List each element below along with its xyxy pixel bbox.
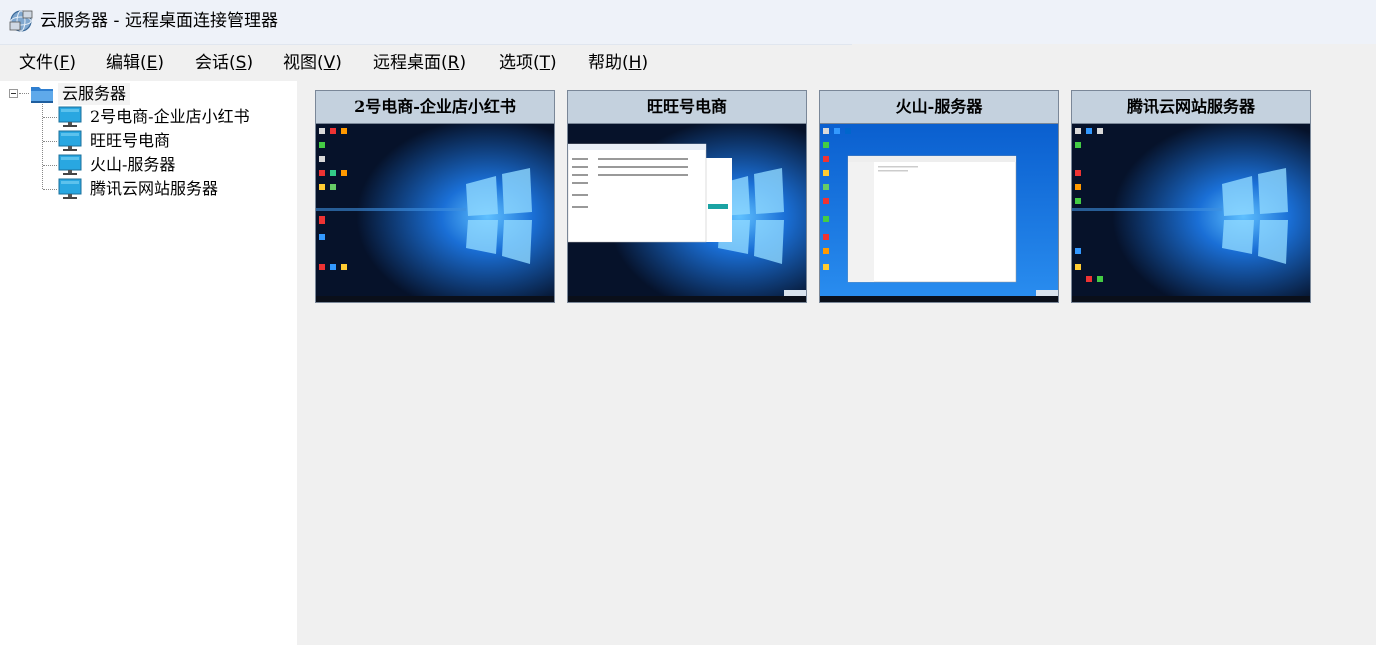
server-label: 火山-服务器	[90, 155, 176, 174]
menu-help[interactable]: 帮助(H)	[588, 52, 648, 74]
desktop-preview	[568, 124, 806, 302]
tree-connector	[43, 165, 57, 166]
monitor-icon	[58, 178, 82, 199]
server-label: 2号电商-企业店小红书	[90, 107, 250, 126]
desktop-preview	[820, 124, 1058, 302]
title-bar: 云服务器 - 远程桌面连接管理器	[0, 0, 1376, 44]
tree-root-group[interactable]: 云服务器	[58, 83, 131, 105]
server-label: 腾讯云网站服务器	[90, 179, 219, 198]
thumbnail-title: 腾讯云网站服务器	[1072, 91, 1310, 124]
server-label: 旺旺号电商	[90, 131, 171, 150]
menu-bar: 文件(F) 编辑(E) 会话(S) 视图(V) 远程桌面(R) 选项(T) 帮助…	[0, 44, 1376, 81]
session-thumbnail[interactable]: 腾讯云网站服务器	[1071, 90, 1311, 303]
menu-file[interactable]: 文件(F)	[19, 52, 76, 74]
menu-session[interactable]: 会话(S)	[195, 52, 253, 74]
monitor-icon	[58, 130, 82, 151]
thumbnail-title: 旺旺号电商	[568, 91, 806, 124]
monitor-icon	[58, 106, 82, 127]
thumbnail-title: 火山-服务器	[820, 91, 1058, 124]
session-thumbnail[interactable]: 旺旺号电商	[567, 90, 807, 303]
session-thumbnail[interactable]: 火山-服务器	[819, 90, 1059, 303]
server-group-folder-icon	[31, 87, 53, 103]
remote-desktop-app-icon	[9, 10, 33, 32]
menu-edit[interactable]: 编辑(E)	[106, 52, 164, 74]
tree-connector	[43, 117, 57, 118]
menu-remote-desktop[interactable]: 远程桌面(R)	[373, 52, 466, 74]
session-thumbnail[interactable]: 2号电商-企业店小红书	[315, 90, 555, 303]
menu-options[interactable]: 选项(T)	[499, 52, 557, 74]
tree-connector	[43, 189, 57, 190]
tree-connector	[19, 93, 29, 94]
thumbnail-title: 2号电商-企业店小红书	[316, 91, 554, 124]
tree-collapse-toggle[interactable]	[9, 89, 18, 98]
desktop-preview	[316, 124, 554, 302]
tree-connector	[43, 141, 57, 142]
window-title: 云服务器 - 远程桌面连接管理器	[40, 11, 278, 31]
menu-view[interactable]: 视图(V)	[283, 52, 342, 74]
desktop-preview	[1072, 124, 1310, 302]
monitor-icon	[58, 154, 82, 175]
